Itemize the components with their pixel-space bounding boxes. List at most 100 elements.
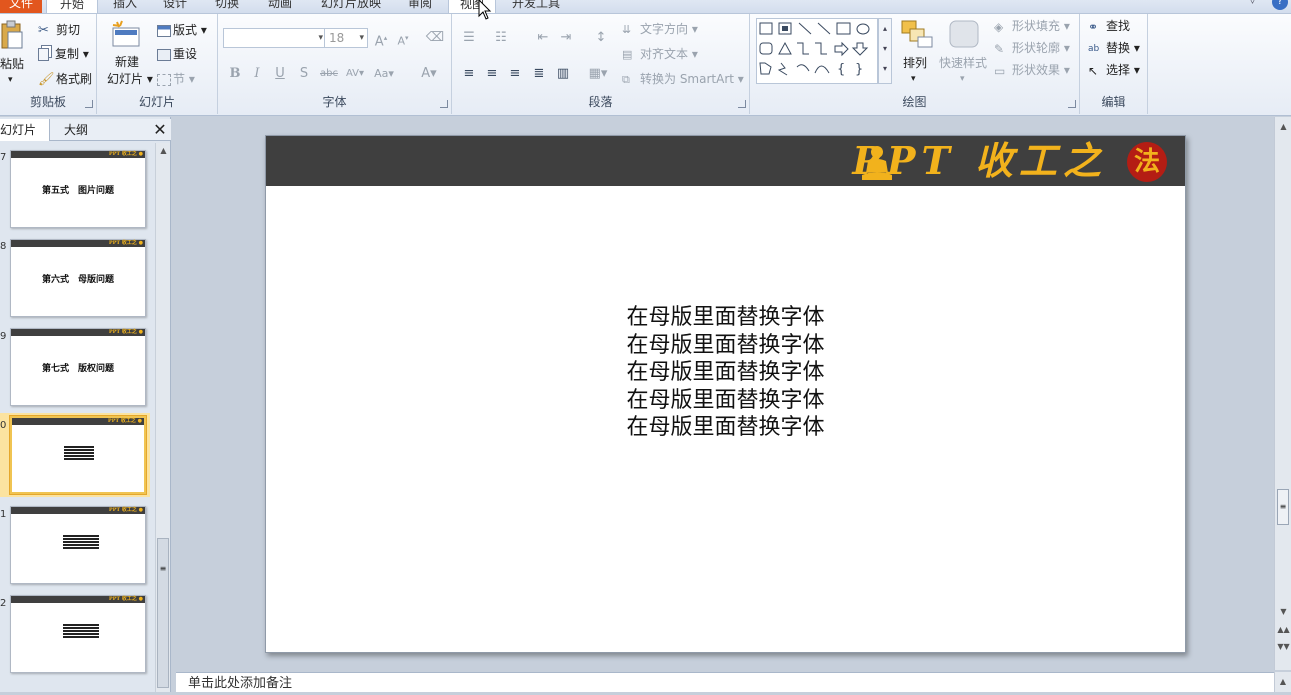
paste-icon[interactable]	[0, 20, 24, 50]
char-spacing-icon[interactable]: AV▾	[344, 64, 366, 84]
smartart-button[interactable]: ⧉ 转换为 SmartArt ▾	[622, 71, 744, 88]
paragraph-launcher-icon[interactable]	[738, 100, 746, 108]
shapes-gallery[interactable]: { }	[756, 18, 878, 84]
minimize-ribbon-icon[interactable]: ▿	[1250, 0, 1264, 8]
clear-format-icon[interactable]: ⌫	[424, 28, 446, 48]
font-name-dropdown-icon[interactable]: ▾	[318, 29, 323, 47]
font-launcher-icon[interactable]	[440, 100, 448, 108]
arrange-label[interactable]: 排列	[903, 55, 927, 71]
increase-indent-icon[interactable]: ⇥	[555, 28, 577, 48]
select-button[interactable]: ↖ 选择 ▾	[1088, 62, 1140, 79]
tab-transitions[interactable]: 切换	[212, 0, 242, 13]
align-left-icon[interactable]: ≡	[458, 64, 480, 84]
slide-thumbnail-8[interactable]: PPT 收工之 ● 第六式 母版问题	[10, 239, 146, 317]
quick-styles-label[interactable]: 快速样式	[939, 55, 987, 71]
notes-pane[interactable]: 单击此处添加备注	[176, 672, 1274, 692]
reset-button[interactable]: 重设	[157, 46, 197, 62]
slide-thumbnail-12[interactable]: PPT 收工之 ●	[10, 595, 146, 673]
tab-slides[interactable]: 幻灯片	[0, 119, 50, 141]
change-case-icon[interactable]: Aa▾	[373, 64, 395, 84]
replace-icon: ab	[1088, 43, 1100, 54]
thumb-title: 第六式 母版问题	[41, 275, 114, 285]
underline-icon[interactable]: U	[269, 64, 291, 84]
tab-insert[interactable]: 插入	[110, 0, 140, 13]
thumb-logo: PPT 收工之 ●	[108, 329, 143, 335]
copy-button[interactable]: 复制 ▾	[38, 46, 89, 62]
text-direction-button[interactable]: ⇊ 文字方向 ▾	[622, 21, 698, 38]
new-slide-label[interactable]: 新建	[115, 54, 139, 70]
new-slide-icon[interactable]	[111, 20, 141, 48]
shrink-font-icon[interactable]: A▾	[392, 28, 414, 48]
scroll-up-icon[interactable]: ▲	[1276, 121, 1291, 133]
section-button[interactable]: 节 ▾	[157, 71, 195, 87]
align-center-icon[interactable]: ≡	[481, 64, 503, 84]
slides-pane: 幻灯片 大纲 ✕ 7 PPT 收工之 ● 第五式 图片问题 8 PPT 收工之 ●…	[0, 117, 171, 692]
align-right-icon[interactable]: ≡	[504, 64, 526, 84]
scroll-down-icon[interactable]: ▼	[1276, 606, 1291, 618]
tab-design[interactable]: 设计	[160, 0, 190, 13]
grow-font-icon[interactable]: A▴	[370, 28, 392, 49]
font-name-box[interactable]: ▾	[223, 28, 327, 48]
numbering-icon[interactable]: ☷	[490, 28, 512, 48]
paragraph-group-label: 段落	[588, 95, 613, 109]
align-text-button[interactable]: ▤ 对齐文本 ▾	[622, 46, 698, 63]
slide-thumbnail-9[interactable]: PPT 收工之 ● 第七式 版权问题	[10, 328, 146, 406]
tab-outline[interactable]: 大纲	[64, 119, 104, 141]
bold-icon[interactable]: B	[224, 64, 246, 84]
distributed-icon[interactable]: ▥	[552, 64, 574, 84]
slide-thumbnail-10[interactable]: PPT 收工之 ●	[10, 416, 146, 494]
columns-icon[interactable]: ▦▾	[587, 64, 609, 84]
shape-fill-button[interactable]: ◈ 形状填充 ▾	[994, 18, 1070, 35]
quick-styles-dropdown-icon[interactable]: ▾	[960, 71, 965, 87]
paste-button[interactable]: 粘贴	[0, 56, 24, 72]
drawing-launcher-icon[interactable]	[1068, 100, 1076, 108]
main-vertical-scrollbar[interactable]: ▲ ≡ ▼ ▲▲ ▼▼	[1274, 117, 1291, 670]
close-pane-icon[interactable]: ✕	[150, 119, 170, 141]
shapes-gallery-scroll[interactable]: ▴ ▾ ▾	[878, 18, 892, 84]
shape-outline-button[interactable]: ✎ 形状轮廓 ▾	[994, 40, 1070, 57]
find-button[interactable]: ⚭ 查找	[1088, 18, 1130, 35]
replace-button[interactable]: ab 替换 ▾	[1088, 40, 1140, 57]
new-slide-dropdown[interactable]: 幻灯片 ▾	[107, 71, 153, 87]
tab-slideshow[interactable]: 幻灯片放映	[318, 0, 384, 13]
slide-thumbnail-7[interactable]: PPT 收工之 ● 第五式 图片问题	[10, 150, 146, 228]
bullets-icon[interactable]: ☰	[458, 28, 480, 48]
justify-icon[interactable]: ≣	[528, 64, 550, 84]
font-size-dropdown-icon[interactable]: ▾	[359, 29, 364, 47]
format-painter-button[interactable]: 🖌格式刷	[38, 71, 92, 88]
scroll-up-icon[interactable]: ▲	[156, 145, 171, 157]
shadow-icon[interactable]: S	[293, 64, 315, 84]
tab-review[interactable]: 审阅	[405, 0, 435, 13]
notes-scroll-up-icon[interactable]: ▲	[1274, 672, 1291, 692]
tab-developer[interactable]: 开发工具	[508, 0, 564, 13]
slide-canvas[interactable]: PPT 收工之 法 在母版里面替换字体 在母版里面替换字体 在母版里面替换字体 …	[265, 135, 1186, 653]
previous-slide-icon[interactable]: ▲▲	[1276, 624, 1291, 636]
paste-dropdown-icon[interactable]: ▾	[8, 72, 13, 88]
slide-number: 9	[0, 331, 7, 342]
slides-pane-scrollbar[interactable]: ▲ ≡	[155, 143, 170, 692]
decrease-indent-icon[interactable]: ⇤	[532, 28, 554, 48]
scroll-thumb[interactable]: ≡	[1277, 489, 1289, 525]
arrange-dropdown-icon[interactable]: ▾	[911, 71, 916, 87]
shape-effects-button[interactable]: ▭ 形状效果 ▾	[994, 62, 1070, 79]
font-color-icon[interactable]: A▾	[418, 64, 440, 84]
slide-number: 8	[0, 241, 7, 252]
scroll-thumb[interactable]: ≡	[157, 538, 169, 688]
layout-button[interactable]: 版式 ▾	[157, 22, 207, 38]
slide-body-text[interactable]: 在母版里面替换字体 在母版里面替换字体 在母版里面替换字体 在母版里面替换字体 …	[266, 304, 1185, 442]
cut-button[interactable]: ✂ 剪切	[38, 22, 80, 39]
italic-icon[interactable]: I	[246, 64, 268, 84]
arrange-icon[interactable]	[900, 19, 934, 49]
font-size-box[interactable]: 18 ▾	[324, 28, 368, 48]
tab-file[interactable]: 文件	[0, 0, 42, 13]
next-slide-icon[interactable]: ▼▼	[1276, 641, 1291, 653]
tab-home[interactable]: 开始	[46, 0, 98, 13]
slide-thumbnail-11[interactable]: PPT 收工之 ●	[10, 506, 146, 584]
strikethrough-icon[interactable]: abc	[318, 64, 340, 84]
tab-animations[interactable]: 动画	[265, 0, 295, 13]
quick-styles-icon[interactable]	[948, 19, 980, 49]
slide-number: 7	[0, 152, 7, 163]
line-spacing-icon[interactable]: ↕	[590, 28, 612, 48]
clipboard-launcher-icon[interactable]	[85, 100, 93, 108]
help-icon[interactable]: ?	[1272, 0, 1288, 10]
